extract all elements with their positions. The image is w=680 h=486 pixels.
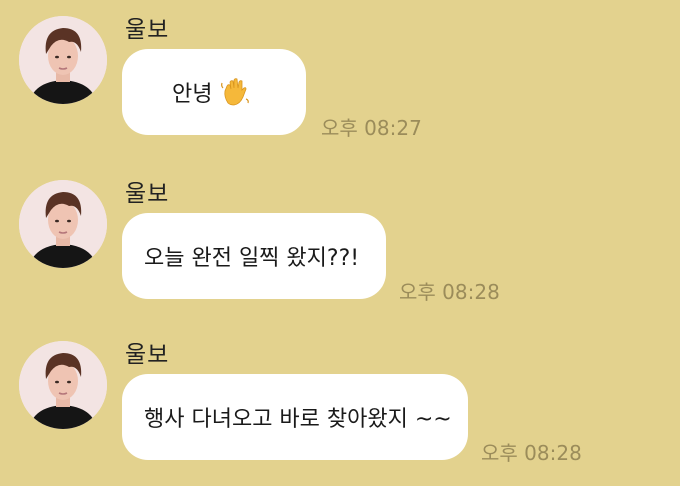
avatar[interactable] [19, 341, 107, 429]
avatar-photo [19, 16, 107, 104]
message-timestamp: 오후 08:28 [481, 441, 582, 465]
message-bubble[interactable]: 안녕 [122, 49, 306, 135]
message-bubble[interactable]: 오늘 완전 일찍 왔지??! [122, 213, 386, 299]
sender-name: 울보 [125, 342, 170, 368]
message-timestamp: 오후 08:27 [321, 116, 422, 140]
message-timestamp: 오후 08:28 [399, 280, 500, 304]
sender-name: 울보 [125, 181, 170, 207]
message-bubble[interactable]: 행사 다녀오고 바로 찾아왔지 ~~ [122, 374, 468, 460]
avatar-photo [19, 180, 107, 268]
message-text: 오늘 완전 일찍 왔지??! [144, 246, 360, 271]
avatar[interactable] [19, 16, 107, 104]
message-text: 안녕 [172, 82, 213, 107]
waving-hand-icon [220, 77, 250, 107]
avatar-photo [19, 341, 107, 429]
avatar[interactable] [19, 180, 107, 268]
message-text: 행사 다녀오고 바로 찾아왔지 ~~ [144, 407, 452, 432]
sender-name: 울보 [125, 17, 170, 43]
